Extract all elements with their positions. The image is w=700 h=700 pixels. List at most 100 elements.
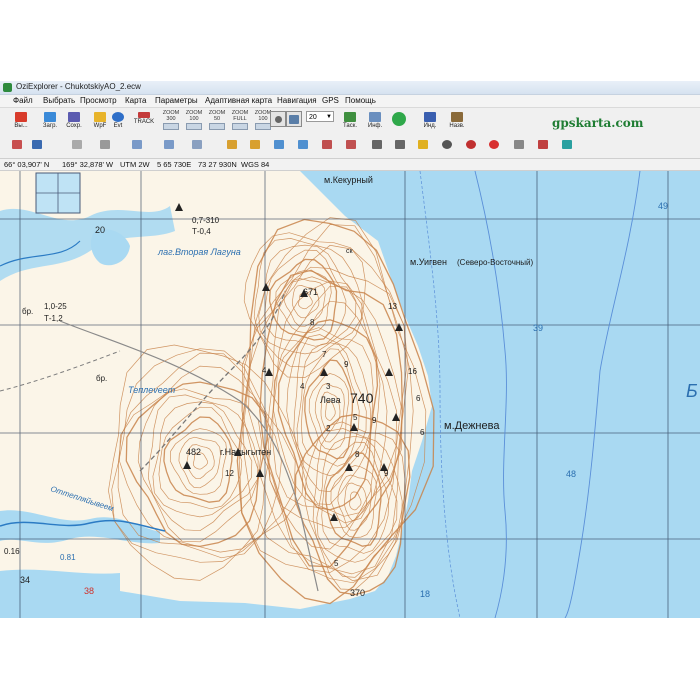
label-depth-20: 20 bbox=[95, 225, 105, 235]
tool-button-4[interactable] bbox=[98, 137, 112, 151]
spot-height: 16 bbox=[408, 367, 417, 376]
menu-options[interactable]: Параметры bbox=[155, 96, 198, 105]
tool-button-3[interactable] bbox=[70, 137, 84, 151]
menu-select[interactable]: Выбрать bbox=[43, 96, 75, 105]
zoom-50-button[interactable]: ZOOM 50 bbox=[206, 110, 228, 130]
label-height-740: 740 bbox=[350, 390, 374, 406]
info-button[interactable]: Инф. bbox=[362, 110, 388, 132]
track-icon bbox=[138, 112, 150, 118]
gps-icon bbox=[298, 139, 308, 149]
pen-button[interactable] bbox=[416, 137, 430, 151]
label-big-b: Б bbox=[686, 381, 698, 401]
zoom-100-button[interactable]: ZOOM 100 bbox=[183, 110, 205, 130]
crosshair-button[interactable] bbox=[440, 137, 454, 151]
crosshair-icon bbox=[442, 139, 452, 149]
names-icon bbox=[451, 112, 463, 122]
target-icon bbox=[466, 139, 476, 149]
gps-button-5[interactable] bbox=[320, 137, 334, 151]
menu-moving-map[interactable]: Адаптивная карта bbox=[205, 96, 272, 105]
label-cape-uigven: м.Уигвен bbox=[410, 257, 447, 267]
tool-button-5[interactable] bbox=[130, 137, 144, 151]
window-title: OziExplorer - ChukotskiyAO_2.ecw bbox=[16, 82, 141, 91]
label-depth-081: 0.81 bbox=[60, 553, 76, 562]
status-latitude: 66° 03,907' N bbox=[4, 160, 50, 169]
navigation-pad[interactable] bbox=[388, 110, 410, 132]
gps-button-6[interactable] bbox=[344, 137, 358, 151]
zoom-300-button[interactable]: ZOOM 300 bbox=[160, 110, 182, 130]
spot-height: 12 bbox=[225, 469, 234, 478]
tool-button-2[interactable] bbox=[30, 137, 44, 151]
status-northing: 73 27 930N bbox=[198, 160, 237, 169]
menu-help[interactable]: Помощь bbox=[345, 96, 376, 105]
label-depth-48: 48 bbox=[566, 469, 576, 479]
zoom-icon bbox=[186, 123, 202, 130]
mm-button[interactable] bbox=[393, 137, 407, 151]
zoom-level-select[interactable]: 20 ▼ bbox=[306, 111, 334, 122]
gps-icon bbox=[274, 139, 284, 149]
track-button[interactable]: TRACK bbox=[132, 110, 156, 132]
gps-button-2[interactable] bbox=[248, 137, 262, 151]
funnel-icon bbox=[562, 139, 572, 149]
lifebuoy-button[interactable] bbox=[487, 137, 501, 151]
find-button[interactable] bbox=[270, 111, 286, 127]
graph-button[interactable] bbox=[536, 137, 550, 151]
tool-button-6[interactable] bbox=[162, 137, 176, 151]
gps-button-1[interactable] bbox=[225, 137, 239, 151]
lifebuoy-icon bbox=[489, 139, 499, 149]
exit-icon bbox=[15, 112, 27, 122]
indicator-icon bbox=[424, 112, 436, 122]
target-button[interactable] bbox=[464, 137, 478, 151]
tag-icon bbox=[514, 139, 524, 149]
indicator-button[interactable]: Инд. bbox=[417, 110, 443, 132]
moving-map-icon bbox=[395, 139, 405, 149]
gps-button-4[interactable] bbox=[296, 137, 310, 151]
label-depth-016: 0.16 bbox=[4, 547, 20, 556]
tool-button-7[interactable] bbox=[190, 137, 204, 151]
label-cape-dezhneva: м.Дежнева bbox=[444, 420, 500, 432]
spot-height: 9 bbox=[344, 360, 349, 369]
label-height-38: 38 bbox=[84, 586, 94, 596]
bay-bottom-left bbox=[0, 569, 120, 618]
toolbar: Вы... Загр. Сохр. WpF Evt TRACK ZOOM 300… bbox=[0, 108, 700, 159]
topographic-map[interactable]: м.Кекурный м.Уигвен (Северо-Восточный) м… bbox=[0, 171, 700, 618]
load-button[interactable]: Загр. bbox=[37, 110, 63, 132]
menu-bar: Файл Выбрать Просмотр Карта Параметры Ад… bbox=[0, 95, 700, 108]
label-uigven-note: (Северо-Восточный) bbox=[457, 258, 534, 267]
chevron-down-icon: ▼ bbox=[326, 114, 332, 120]
spot-height: 4 bbox=[262, 366, 267, 375]
names-button[interactable]: Назв. bbox=[444, 110, 470, 132]
gps-button-3[interactable] bbox=[272, 137, 286, 151]
zoom-icon bbox=[232, 123, 248, 130]
menu-map[interactable]: Карта bbox=[125, 96, 146, 105]
spot-height: 5 bbox=[353, 413, 358, 422]
direction-arrows-icon bbox=[392, 112, 406, 126]
info-icon bbox=[369, 112, 381, 122]
tool-button-1[interactable] bbox=[10, 137, 24, 151]
label-br-left: бр. bbox=[22, 307, 33, 316]
label-depth-18: 18 bbox=[420, 589, 430, 599]
status-bar: 66° 03,907' N 169° 32,878' W UTM 2W 5 65… bbox=[0, 159, 700, 171]
save-button[interactable]: Сохр. bbox=[61, 110, 87, 132]
label-height-482: 482 bbox=[186, 447, 201, 457]
label-lagoon: лаг.Вторая Лагуна bbox=[157, 247, 241, 257]
nmea-button[interactable] bbox=[370, 137, 384, 151]
gps-icon bbox=[346, 139, 356, 149]
menu-file[interactable]: Файл bbox=[13, 96, 33, 105]
map-layers-button[interactable] bbox=[286, 111, 302, 127]
event-file-button[interactable]: Evt bbox=[105, 110, 131, 132]
exit-button[interactable]: Вы... bbox=[8, 110, 34, 132]
status-longitude: 169° 32,878' W bbox=[62, 160, 114, 169]
tag-button[interactable] bbox=[512, 137, 526, 151]
menu-navigation[interactable]: Навигация bbox=[277, 96, 317, 105]
menu-gps[interactable]: GPS bbox=[322, 96, 339, 105]
funnel-button[interactable] bbox=[560, 137, 574, 151]
menu-view[interactable]: Просмотр bbox=[80, 96, 117, 105]
spot-height: 6 bbox=[416, 394, 421, 403]
zoom-full-button[interactable]: ZOOM FULL bbox=[229, 110, 251, 130]
label-br-center: бр. bbox=[96, 374, 107, 383]
layers-icon bbox=[289, 114, 299, 124]
task-button[interactable]: Таск. bbox=[337, 110, 363, 132]
nmea-icon bbox=[372, 139, 382, 149]
label-sk: ск bbox=[346, 248, 354, 255]
map-view[interactable]: м.Кекурный м.Уигвен (Северо-Восточный) м… bbox=[0, 171, 700, 618]
